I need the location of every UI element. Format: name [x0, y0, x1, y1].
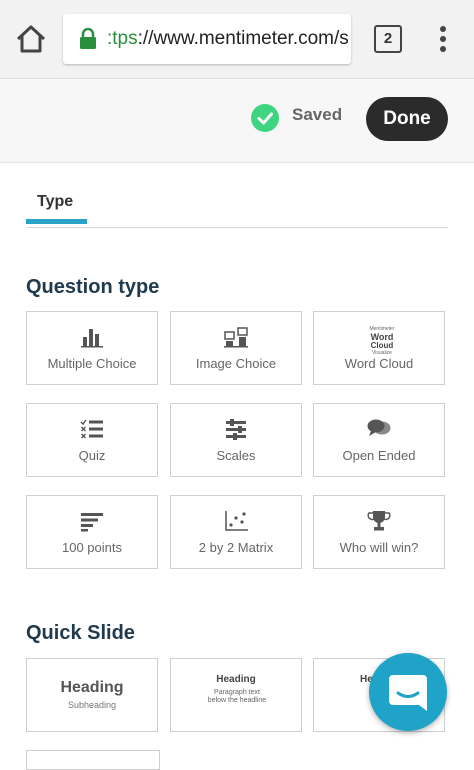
question-type-2-by-2-matrix[interactable]: 2 by 2 Matrix — [170, 495, 302, 569]
bars-list-icon — [81, 513, 103, 532]
chat-support-button[interactable] — [369, 653, 447, 731]
card-label: Multiple Choice — [47, 356, 137, 371]
card-label: 2 by 2 Matrix — [198, 540, 274, 555]
overflow-menu-icon[interactable] — [433, 22, 453, 56]
card-label: Who will win? — [339, 540, 419, 555]
done-button[interactable]: Done — [366, 97, 448, 141]
card-label: Image Choice — [195, 356, 277, 371]
word-cloud-text: Cloud — [370, 341, 394, 350]
tab-bar: Type — [26, 185, 448, 228]
question-type-100-points[interactable]: 100 points — [26, 495, 158, 569]
question-type-open-ended[interactable]: Open Ended — [313, 403, 445, 477]
saved-status: Saved — [292, 105, 343, 124]
check-circle-icon — [251, 104, 279, 132]
question-type-scales[interactable]: Scales — [170, 403, 302, 477]
url-scheme: :tps — [107, 28, 138, 49]
tab-active-indicator — [26, 219, 87, 224]
card-label: Quiz — [78, 448, 106, 463]
tab-type-label: Type — [37, 193, 74, 210]
word-cloud-icon: Mentimeter Word Cloud Visualize — [367, 326, 397, 356]
bar-chart-icon — [81, 329, 103, 348]
quiz-icon — [80, 419, 103, 439]
question-type-title: Question type — [26, 276, 160, 298]
quick-slide-subheading-text: Subheading — [67, 700, 117, 710]
address-bar[interactable]: :tps://www.mentimeter.com/s — [63, 14, 351, 64]
card-label: 100 points — [62, 540, 122, 555]
question-type-quiz[interactable]: Quiz — [26, 403, 158, 477]
home-icon[interactable] — [14, 22, 48, 56]
quick-slide-title: Quick Slide — [26, 622, 135, 644]
scatter-matrix-icon — [225, 511, 248, 531]
editor-header: Saved Done — [0, 79, 474, 163]
url-host: ://www.mentimeter.com/s — [137, 28, 349, 49]
quick-slide-card-partial[interactable] — [26, 750, 160, 770]
tab-switcher-button[interactable]: 2 — [374, 25, 402, 53]
sliders-icon — [226, 419, 246, 440]
question-type-image-choice[interactable]: Image Choice — [170, 311, 302, 385]
quick-slide-paragraph[interactable]: Heading Paragraph text below the headlin… — [170, 658, 302, 732]
quick-slide-heading[interactable]: Heading Subheading — [26, 658, 158, 732]
question-type-word-cloud[interactable]: Mentimeter Word Cloud Visualize Word Clo… — [313, 311, 445, 385]
card-label: Word Cloud — [344, 356, 414, 371]
card-label: Scales — [216, 448, 256, 463]
quick-slide-heading-text: Heading — [60, 679, 124, 696]
url-text: :tps://www.mentimeter.com/s — [107, 27, 349, 51]
browser-toolbar: :tps://www.mentimeter.com/s 2 — [0, 0, 474, 79]
image-choice-icon — [224, 327, 248, 348]
quick-slide-heading-text: Heading — [216, 674, 256, 685]
speech-bubbles-icon — [367, 419, 391, 436]
question-type-multiple-choice[interactable]: Multiple Choice — [26, 311, 158, 385]
lock-icon — [80, 28, 96, 49]
quick-slide-paragraph-text: Paragraph text below the headline — [207, 689, 267, 704]
tab-type[interactable]: Type — [26, 185, 87, 225]
chat-icon — [389, 675, 427, 711]
card-label: Open Ended — [342, 448, 416, 463]
trophy-icon — [367, 511, 391, 531]
question-type-who-will-win[interactable]: Who will win? — [313, 495, 445, 569]
